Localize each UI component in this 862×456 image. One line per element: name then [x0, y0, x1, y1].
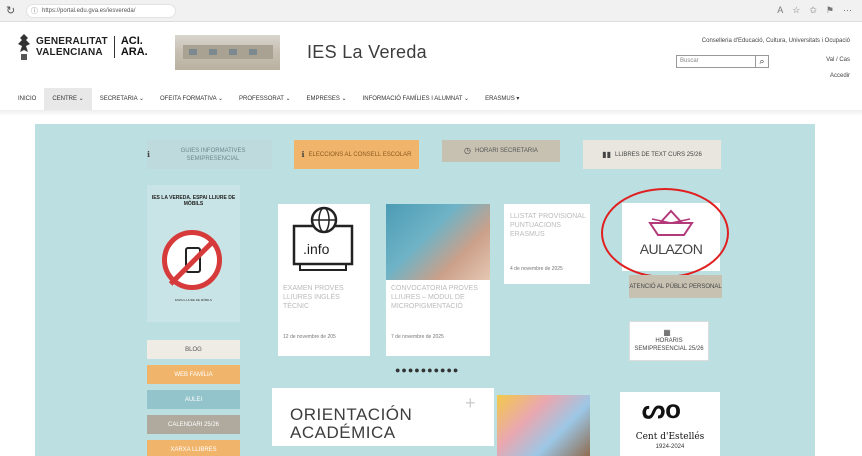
news-title[interactable]: LLISTAT PROVISIONAL PUNTUACIONS ERASMUS — [510, 212, 586, 239]
nav-item-inicio[interactable]: INICIO — [0, 88, 44, 110]
students-photo — [497, 395, 590, 456]
collections-icon[interactable]: ✩ — [809, 5, 817, 16]
nav-shadow — [0, 110, 862, 116]
url-text: https://portal.edu.gva.es/iesvereda/ — [42, 7, 136, 14]
favorite-icon[interactable]: ☆ — [792, 5, 800, 16]
news-date: 4 de novembre de 2025 — [510, 266, 563, 272]
search-input[interactable]: Buscar — [676, 55, 756, 68]
news-title[interactable]: CONVOCATORIA PROVES LLIURES – MÒDUL DE M… — [391, 284, 487, 311]
eleccions-consell-button[interactable]: ℹ ELECCIONS AL CONSELL ESCOLAR — [294, 140, 419, 169]
logo-separator — [113, 36, 115, 58]
info-icon: ℹ — [301, 149, 305, 159]
carousel-pagination[interactable]: ●●●●●●●●●● — [395, 365, 459, 375]
nav-item-professorat[interactable]: PROFESSORAT ⌄ — [231, 88, 298, 110]
aci-line2: ARA. — [120, 46, 148, 58]
horaris-label: HORARIS SEMIPRESENCIAL 25/26 — [634, 338, 704, 352]
building-window — [189, 49, 197, 55]
site-header: GENERALITAT VALENCIANA ACI. ARA. IES La … — [0, 22, 862, 84]
browser-toolbar: ↻ ⓘ https://portal.edu.gva.es/iesvereda/… — [0, 0, 862, 22]
web-familia-button[interactable]: WEB FAMÍLIA — [147, 365, 240, 384]
cent-estelles-text: Cent d'Estellés — [635, 432, 705, 442]
news-card[interactable]: LLISTAT PROVISIONAL PUNTUACIONS ERASMUS … — [504, 204, 590, 284]
horari-label: HORARI SECRETARIA — [475, 148, 538, 154]
extensions-icon[interactable]: ⚑ — [826, 5, 834, 16]
guies-informatives-button[interactable]: ℹ GUIES INFORMATIVES SEMIPRESENCIAL — [147, 140, 272, 169]
building-window — [209, 49, 217, 55]
orientacion-title: ORIENTACIÓN ACADÉMICA — [290, 406, 412, 442]
horari-secretaria-button[interactable]: ◷ HORARI SECRETARIA — [442, 140, 560, 162]
conselleria-link[interactable]: Conselleria d'Educació, Cultura, Univers… — [702, 38, 850, 44]
news-date: 7 de novembre de 2025 — [391, 334, 444, 340]
gva-logo[interactable]: GENERALITAT VALENCIANA ACI. ARA. — [16, 32, 148, 62]
micropigmentation-photo — [386, 204, 490, 280]
gva-line1: GENERALITAT — [36, 36, 108, 47]
login-link[interactable]: Accedir — [830, 73, 850, 79]
calendari-button[interactable]: CALENDARI 25/26 — [147, 415, 240, 434]
gva-line2: VALENCIANA — [36, 47, 103, 58]
no-mobile-poster[interactable]: IES LA VEREDA. ESPAI LLIURE DE MÒBILS ES… — [147, 185, 240, 322]
nav-item-empreses[interactable]: EMPRESES ⌄ — [299, 88, 355, 110]
svg-text:.info: .info — [303, 241, 330, 257]
llibres-label: LLIBRES DE TEXT CURS 25/26 — [614, 151, 702, 158]
info-icon[interactable]: ⓘ — [31, 6, 38, 16]
highlight-circle — [601, 188, 729, 278]
news-card[interactable]: CONVOCATORIA PROVES LLIURES – MÒDUL DE M… — [386, 204, 490, 356]
aci-ara-text: ACI. ARA. — [121, 36, 148, 58]
more-icon[interactable]: ⋯ — [843, 5, 852, 16]
read-aloud-icon[interactable]: A — [777, 5, 783, 16]
info-icon: ℹ — [147, 149, 151, 159]
address-bar[interactable]: ⓘ https://portal.edu.gva.es/iesvereda/ — [26, 3, 176, 18]
language-switch[interactable]: Val / Cas — [826, 57, 850, 63]
guies-label: GUIES INFORMATIVES SEMIPRESENCIAL — [180, 147, 246, 162]
clock-icon: ◷ — [464, 146, 472, 155]
search-icon[interactable]: ⌕ — [755, 55, 769, 68]
bat-icon — [16, 32, 32, 62]
nav-item-centre[interactable]: CENTRE ⌄ — [44, 88, 92, 110]
eleccions-label: ELECCIONS AL CONSELL ESCOLAR — [308, 151, 412, 158]
orientacion-line2: ACADÉMICA — [290, 423, 396, 442]
gva-text: GENERALITAT VALENCIANA — [36, 36, 108, 58]
poster-caption: ESPAI LLIURE DE MÒBILS — [174, 298, 213, 302]
horaris-semipresencial-button[interactable]: ▦ HORARIS SEMIPRESENCIAL 25/26 — [629, 321, 709, 361]
prohibited-slash — [168, 238, 217, 286]
main-nav: INICIO CENTRE ⌄ SECRETARIA ⌄ OFEITA FORM… — [0, 88, 862, 110]
news-card[interactable]: .info EXAMEN PROVES LLIURES INGLÉS TÈCNI… — [278, 204, 370, 356]
aulei-button[interactable]: AULEI — [147, 390, 240, 409]
plus-icon: + — [465, 393, 476, 413]
nav-item-oferta-formativa[interactable]: OFEITA FORMATIVA ⌄ — [152, 88, 231, 110]
blog-button[interactable]: BLOG — [147, 340, 240, 359]
cent-years: 1924-2024 — [655, 444, 685, 450]
info-globe-image: .info — [278, 204, 370, 280]
no-phone-icon — [162, 230, 222, 290]
info-computer-icon: .info — [292, 206, 354, 271]
book-icon: ▮▮ — [602, 149, 611, 159]
refresh-icon[interactable]: ↻ — [6, 4, 20, 17]
nav-item-families-alumnat[interactable]: INFORMACIÓ FAMÍLIES I ALUMNAT ⌄ — [355, 88, 478, 110]
building-window — [249, 49, 257, 55]
school-title[interactable]: IES La Vereda — [307, 42, 427, 63]
news-title[interactable]: EXAMEN PROVES LLIURES INGLÉS TÈCNIC — [283, 284, 367, 311]
orientacion-banner[interactable]: ORIENTACIÓN ACADÉMICA + — [272, 388, 494, 456]
nav-item-secretaria[interactable]: SECRETARIA ⌄ — [92, 88, 152, 110]
llibres-text-button[interactable]: ▮▮ LLIBRES DE TEXT CURS 25/26 — [583, 140, 721, 169]
poster-title: IES LA VEREDA. ESPAI LLIURE DE MÒBILS — [151, 195, 236, 207]
nav-item-erasmus[interactable]: ERASMUS ▾ — [477, 88, 527, 110]
atencio-label: ATENCIÓ AL PÚBLIC PERSONAL — [629, 283, 722, 290]
building-window — [229, 49, 237, 55]
cent-logo-icon: ᔕo — [642, 394, 682, 424]
cent-estelles-banner[interactable]: ᔕo Cent d'Estellés 1924-2024 — [620, 392, 720, 456]
school-building-photo — [175, 35, 280, 70]
atencio-public-button[interactable]: ATENCIÓ AL PÚBLIC PERSONAL — [629, 275, 722, 298]
news-date: 12 de novembre de 205 — [283, 334, 336, 340]
orientacion-line1: ORIENTACIÓN — [290, 405, 413, 424]
xarxa-llibres-button[interactable]: XARXA LLIBRES — [147, 440, 240, 456]
orientacion-bar — [272, 446, 494, 456]
browser-actions: A ☆ ✩ ⚑ ⋯ — [777, 5, 852, 16]
calendar-icon: ▦ — [663, 328, 671, 337]
